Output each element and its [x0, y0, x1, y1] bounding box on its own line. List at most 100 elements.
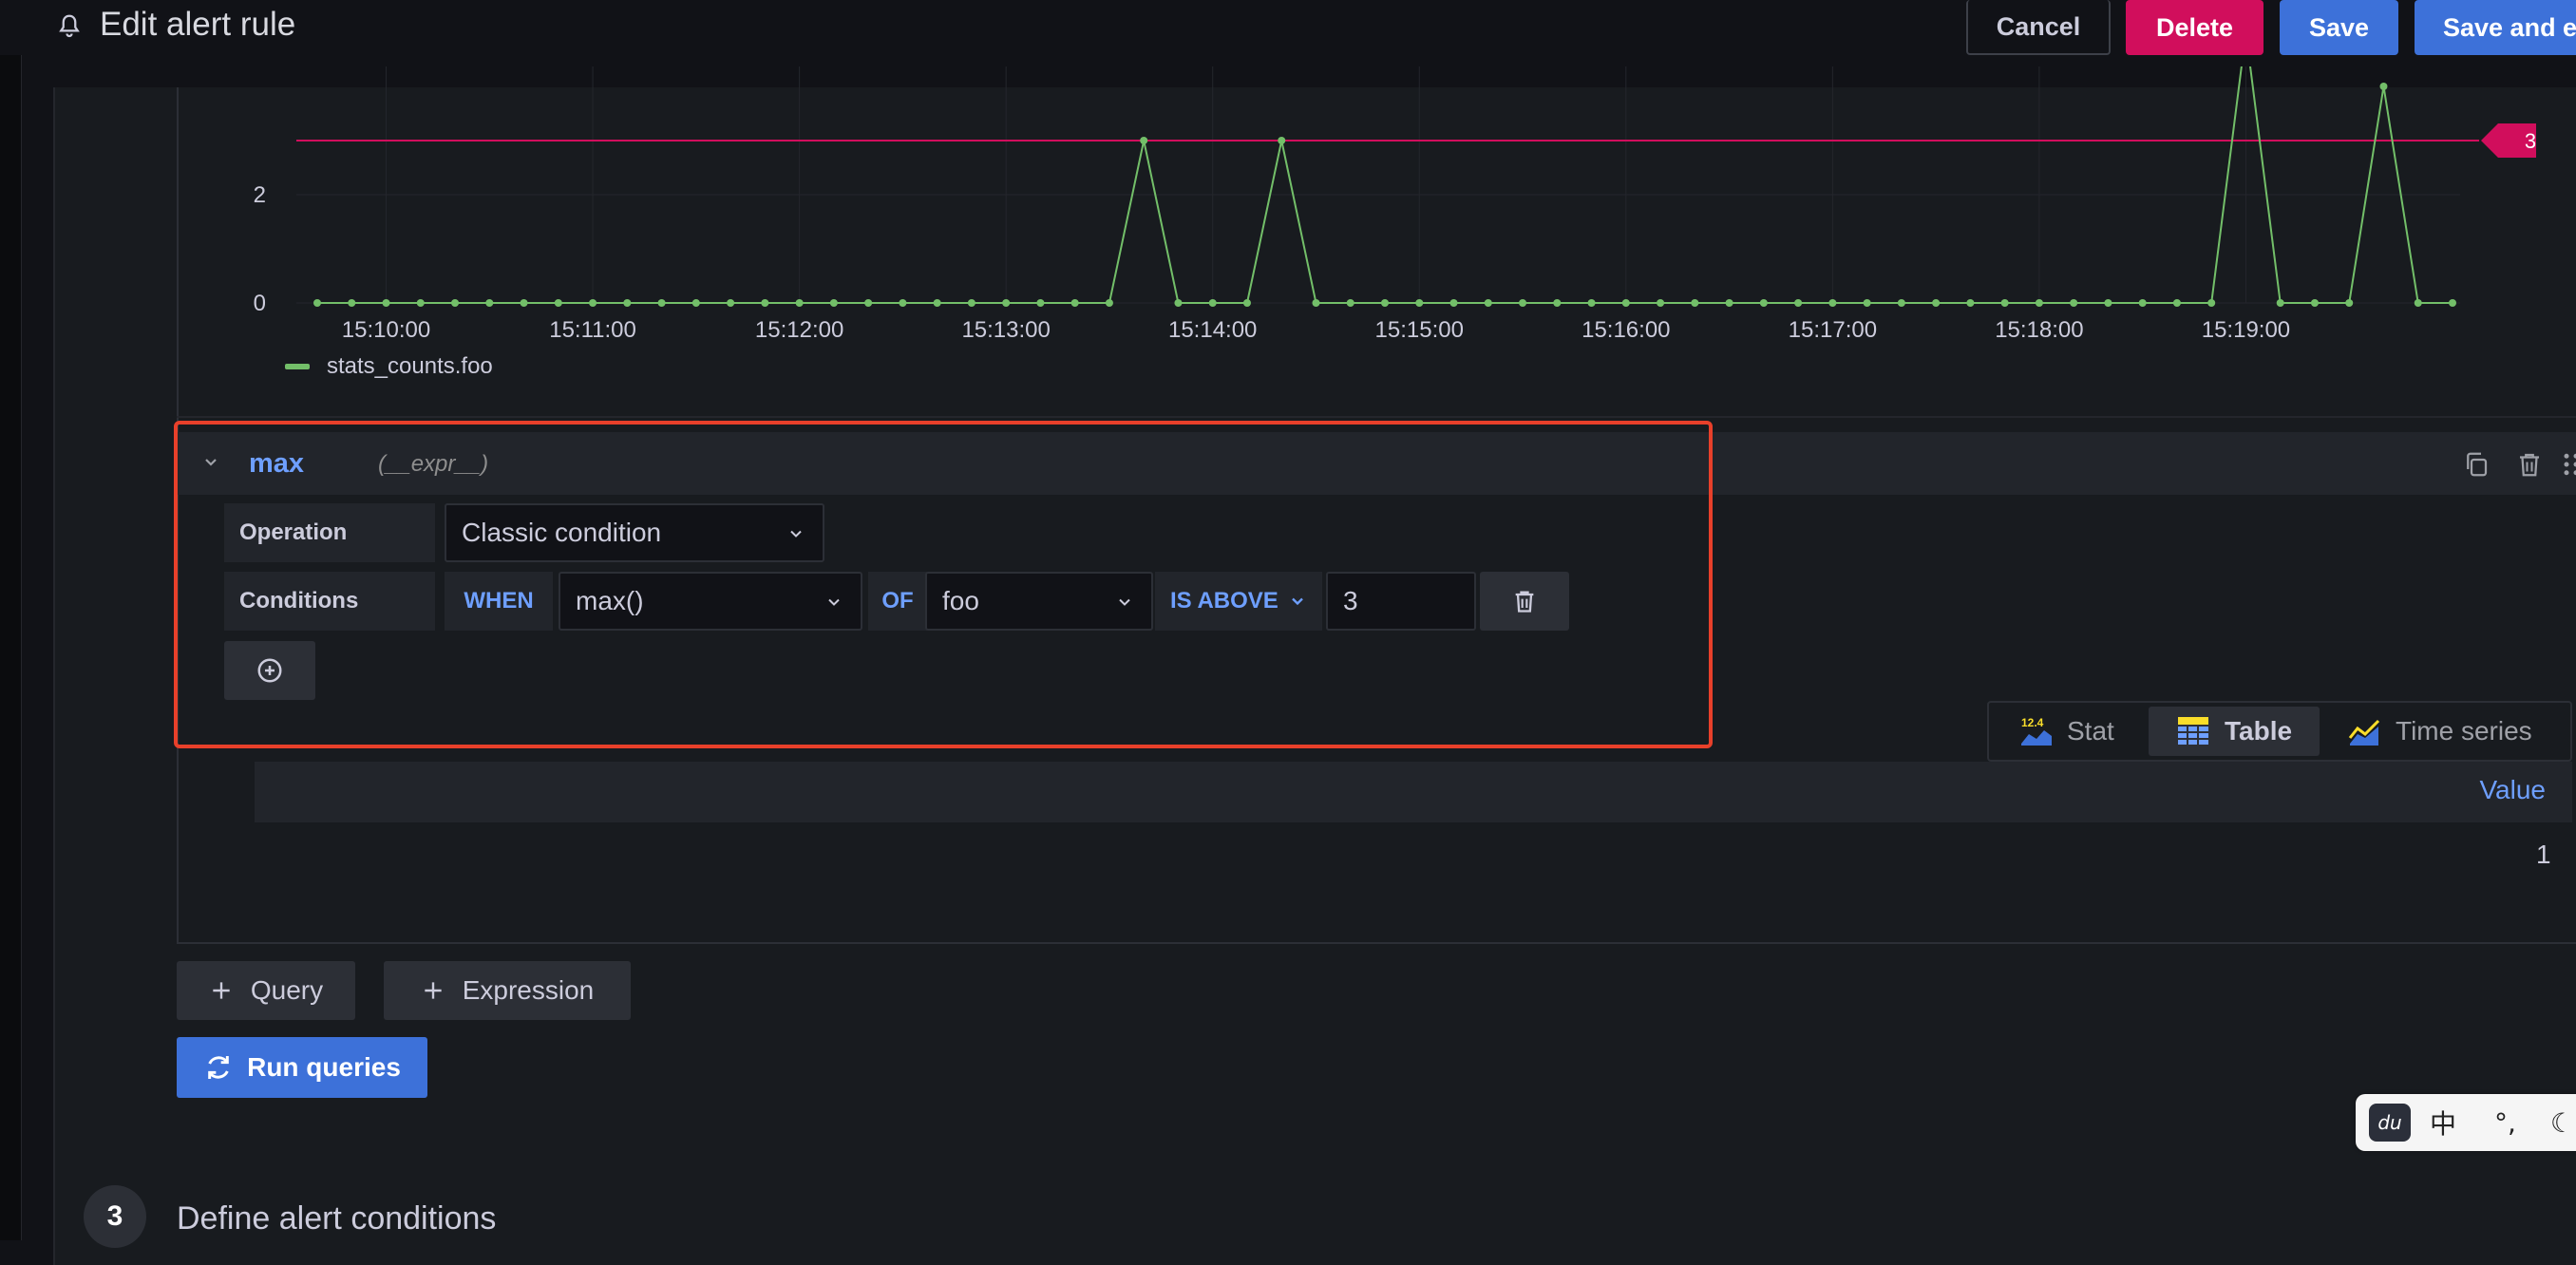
data-point	[1347, 299, 1354, 307]
data-point	[348, 299, 355, 307]
data-point	[1312, 299, 1319, 307]
x-tick-label: 15:13:00	[961, 317, 1050, 343]
when-keyword: WHEN	[445, 572, 553, 631]
left-edge-strip	[0, 0, 22, 1240]
data-point	[2036, 299, 2043, 307]
stat-icon: 12.4	[2019, 715, 2054, 747]
data-point	[1553, 299, 1561, 307]
data-point	[1794, 299, 1802, 307]
tab-time-series[interactable]: Time series	[2348, 707, 2532, 756]
data-point	[383, 299, 390, 307]
data-point	[1691, 299, 1698, 307]
query-select[interactable]: foo	[925, 572, 1153, 631]
duplicate-icon[interactable]	[2462, 450, 2491, 479]
delete-button[interactable]: Delete	[2126, 0, 2263, 55]
chevron-down-icon[interactable]	[199, 450, 222, 473]
expression-type: (__expr__)	[378, 451, 488, 478]
ime-punctuation-toggle[interactable]: °,	[2494, 1107, 2516, 1139]
drag-handle-icon[interactable]	[2557, 450, 2576, 479]
ime-mode-toggle[interactable]: 中	[2430, 1104, 2456, 1142]
data-point	[2104, 299, 2112, 307]
data-point	[2415, 299, 2422, 307]
result-table-header: Value	[255, 762, 2572, 822]
legend-label: stats_counts.foo	[327, 353, 493, 380]
data-point	[623, 299, 631, 307]
ime-toolbar: du 中 °, ☾	[2356, 1094, 2576, 1151]
reducer-select[interactable]: max()	[559, 572, 862, 631]
run-queries-label: Run queries	[247, 1052, 401, 1083]
x-tick-label: 15:10:00	[342, 317, 430, 343]
time-series-icon	[2348, 717, 2380, 746]
series-line	[317, 66, 2453, 303]
legend-swatch	[285, 364, 310, 369]
plus-icon	[209, 978, 234, 1003]
visualization-tabs: 12.4 Stat Table Time series	[1987, 701, 2572, 762]
ime-logo-icon[interactable]: du	[2369, 1104, 2411, 1142]
data-point	[1828, 299, 1836, 307]
data-point	[2139, 299, 2147, 307]
chevron-down-icon	[1288, 592, 1307, 611]
data-point	[1588, 299, 1596, 307]
tab-stat-label: Stat	[2067, 716, 2114, 746]
reducer-value: max()	[576, 586, 644, 616]
operation-select[interactable]: Classic condition	[445, 503, 824, 562]
data-point	[1209, 299, 1217, 307]
add-query-label: Query	[251, 975, 323, 1006]
threshold-input[interactable]: 3	[1326, 572, 1476, 631]
data-point	[934, 299, 941, 307]
evaluator-select[interactable]: IS ABOVE	[1155, 572, 1322, 631]
data-point	[2173, 299, 2181, 307]
trash-icon[interactable]	[2515, 450, 2544, 479]
data-point	[796, 299, 804, 307]
moon-icon[interactable]: ☾	[2550, 1107, 2574, 1139]
data-point	[1036, 299, 1044, 307]
data-point	[1760, 299, 1768, 307]
chevron-down-icon	[1115, 593, 1134, 612]
data-point	[1071, 299, 1079, 307]
cancel-button[interactable]: Cancel	[1966, 0, 2111, 55]
add-expression-button[interactable]: Expression	[384, 961, 631, 1020]
page-header: Edit alert rule Cancel Delete Save Save …	[0, 0, 2576, 55]
save-and-exit-button[interactable]: Save and e	[2415, 0, 2576, 55]
threshold-label: 3	[2525, 129, 2536, 153]
data-point	[2379, 83, 2387, 90]
add-query-button[interactable]: Query	[177, 961, 355, 1020]
run-queries-button[interactable]: Run queries	[177, 1037, 427, 1098]
table-cell-value: 1	[2536, 840, 2551, 870]
x-tick-label: 15:11:00	[549, 317, 636, 343]
save-button[interactable]: Save	[2280, 0, 2398, 55]
data-point	[2345, 299, 2353, 307]
data-point	[555, 299, 562, 307]
data-point	[1898, 299, 1905, 307]
expression-name[interactable]: max	[249, 448, 304, 480]
remove-condition-button[interactable]	[1480, 572, 1569, 631]
time-series-chart: 0215:10:0015:11:0015:12:0015:13:0015:14:…	[218, 66, 2536, 351]
chart-legend[interactable]: stats_counts.foo	[285, 353, 493, 380]
tab-time-series-label: Time series	[2396, 716, 2532, 746]
table-icon	[2177, 716, 2209, 746]
tab-table-label: Table	[2225, 716, 2292, 746]
data-point	[1485, 299, 1492, 307]
refresh-icon	[203, 1052, 234, 1083]
add-condition-button[interactable]	[224, 641, 315, 700]
tab-table[interactable]: Table	[2149, 707, 2320, 756]
data-point	[521, 299, 528, 307]
data-point	[1622, 299, 1630, 307]
data-point	[864, 299, 872, 307]
data-point	[1174, 299, 1182, 307]
trash-icon	[1511, 588, 1538, 614]
of-keyword: OF	[868, 572, 927, 631]
tab-stat[interactable]: 12.4 Stat	[2019, 707, 2114, 756]
plus-icon	[421, 978, 445, 1003]
x-tick-label: 15:12:00	[755, 317, 843, 343]
data-point	[1381, 299, 1389, 307]
x-tick-label: 15:16:00	[1582, 317, 1670, 343]
data-point	[658, 299, 666, 307]
data-point	[1450, 299, 1458, 307]
chevron-down-icon	[824, 593, 843, 612]
data-point	[830, 299, 838, 307]
add-expression-label: Expression	[463, 975, 595, 1006]
column-header-value[interactable]: Value	[2479, 775, 2546, 805]
step-title: Define alert conditions	[177, 1200, 496, 1237]
data-point	[1106, 299, 1113, 307]
